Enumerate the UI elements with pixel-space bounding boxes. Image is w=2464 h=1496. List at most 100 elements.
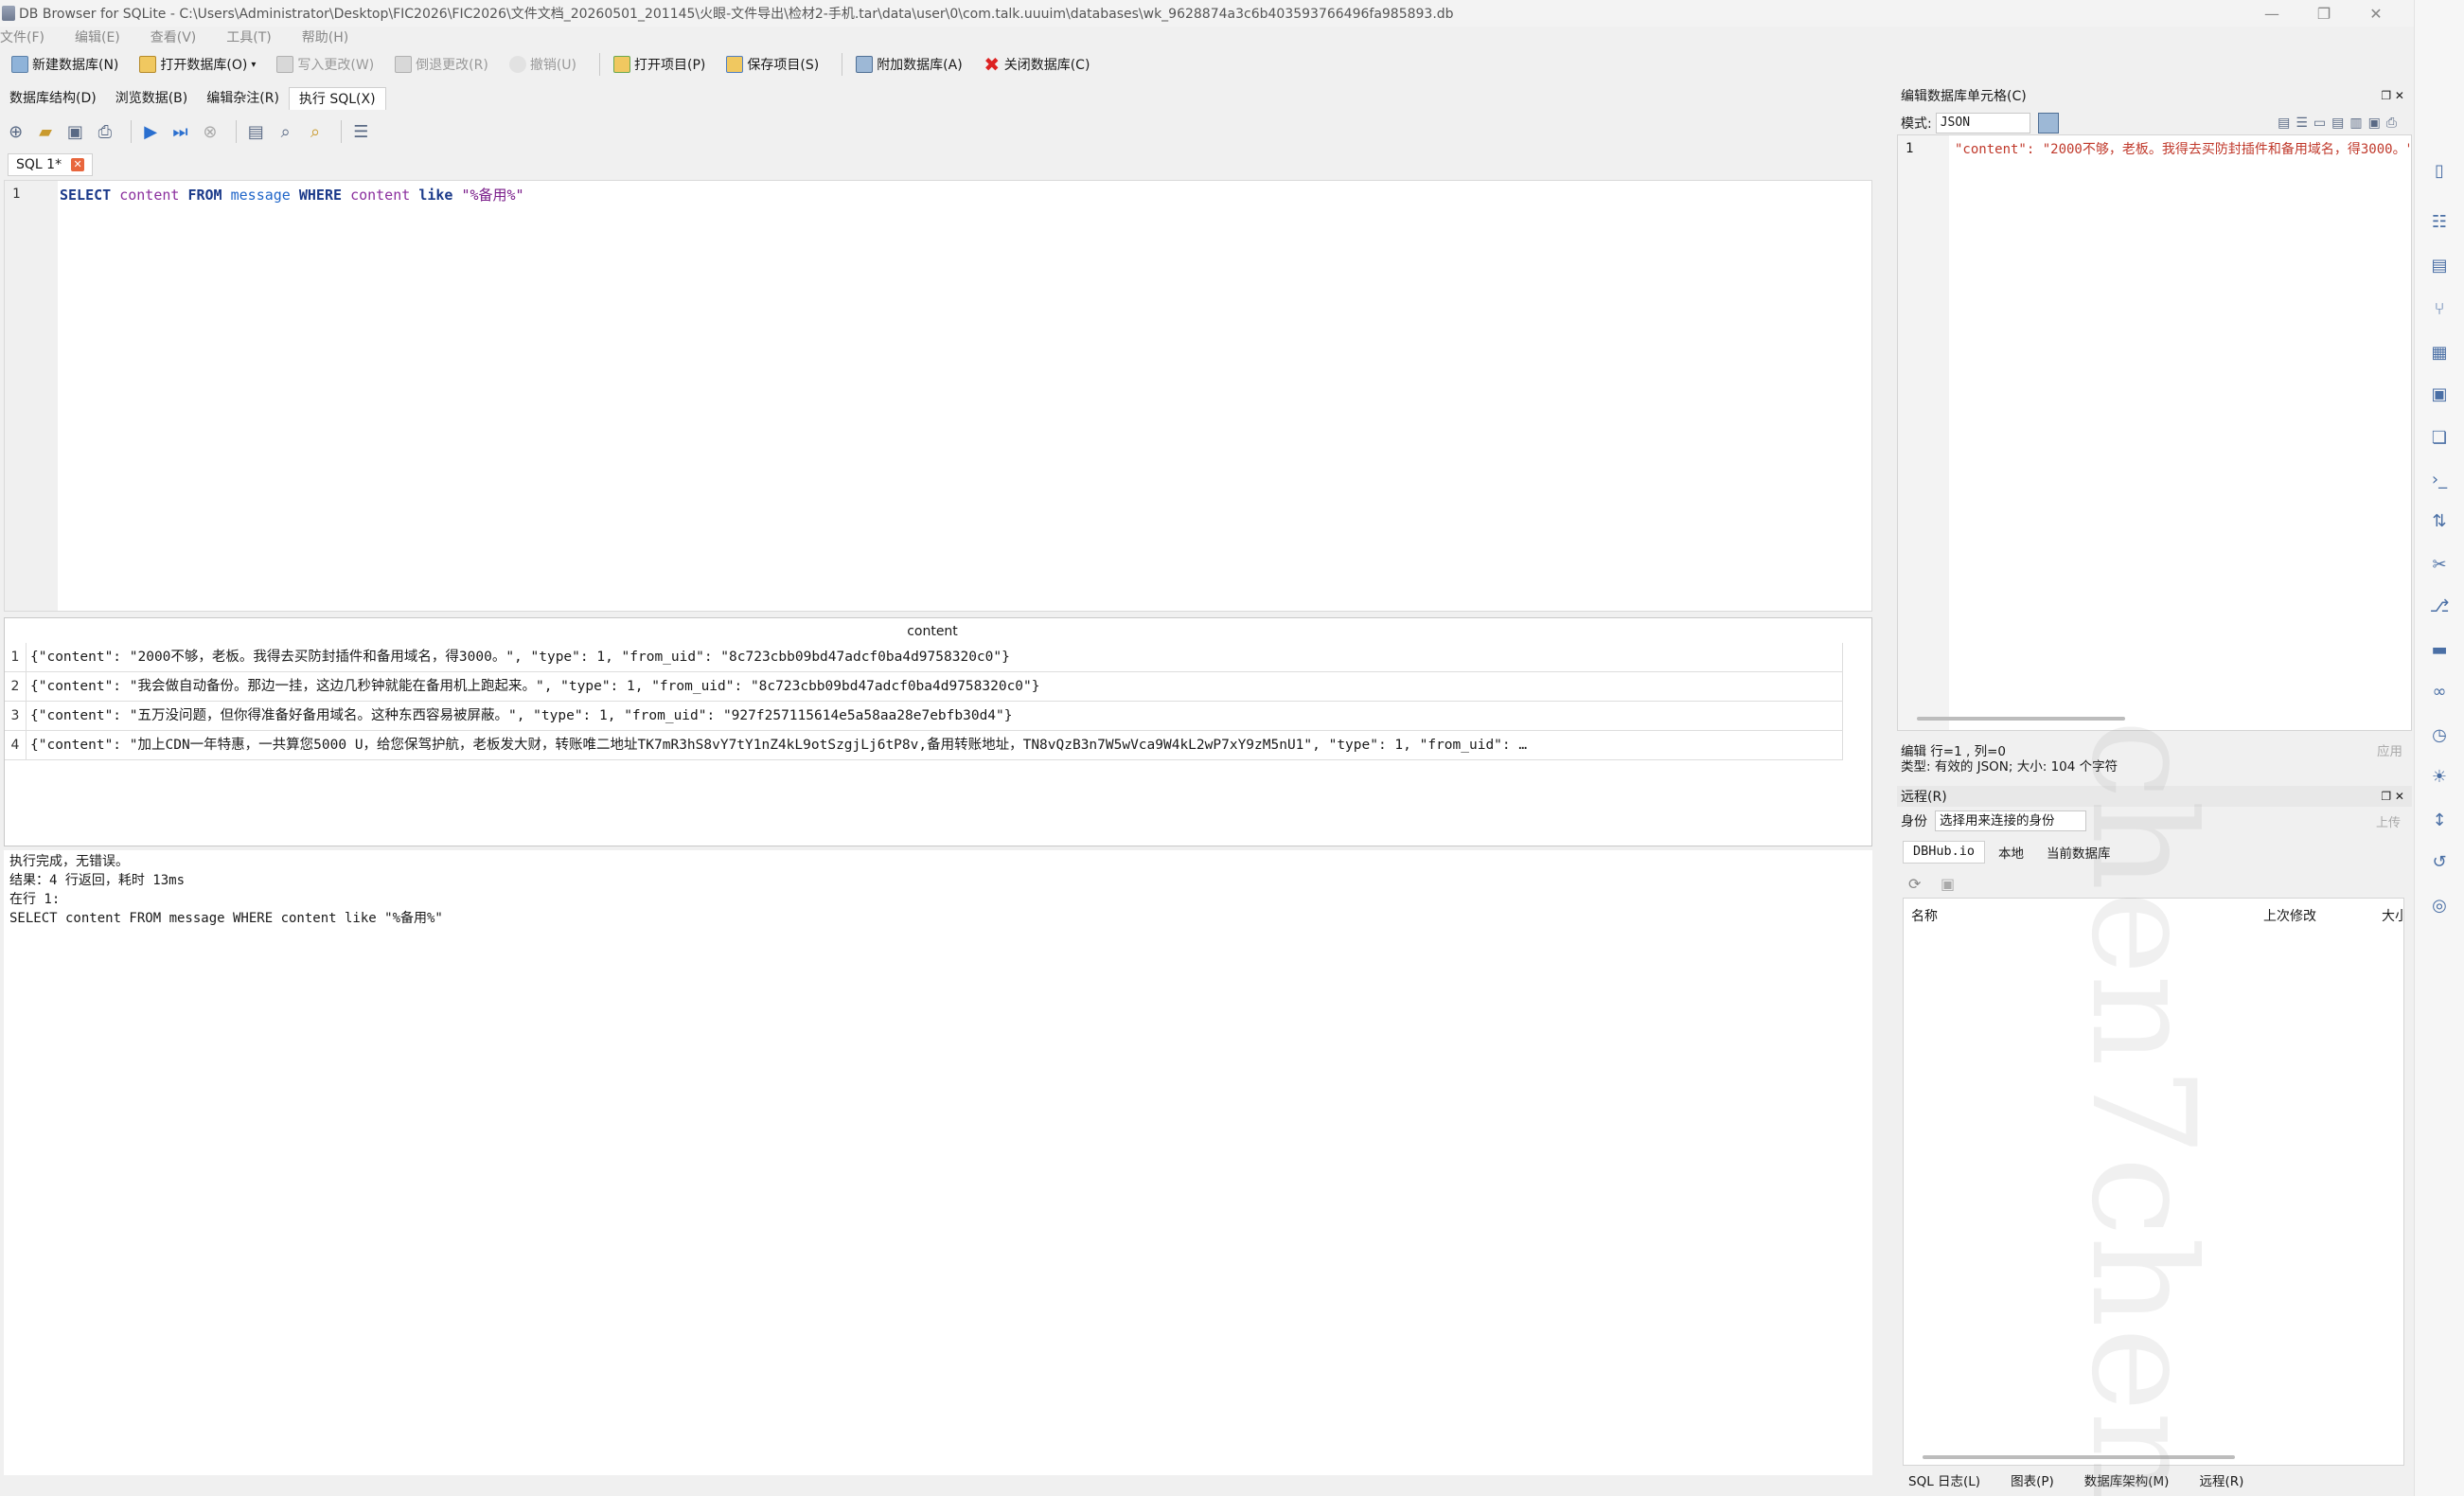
- close-database-icon: ✖: [984, 53, 1001, 76]
- menu-bar: 文件(F) 编辑(E) 查看(V) 工具(T) 帮助(H): [0, 27, 2414, 47]
- tab-plot[interactable]: 图表(P): [1995, 1470, 2069, 1489]
- sql-query[interactable]: SELECT content FROM message WHERE conten…: [60, 185, 524, 205]
- auto-format-icon[interactable]: [2037, 113, 2059, 134]
- write-changes-icon: [276, 56, 294, 73]
- document-icon[interactable]: ▤: [2428, 254, 2451, 276]
- toolbar-separator: [130, 120, 132, 143]
- undo-icon: [508, 56, 526, 73]
- open-sql-icon[interactable]: ▰: [33, 119, 57, 144]
- menu-help[interactable]: 帮助(H): [302, 27, 348, 46]
- sql-editor[interactable]: 1 SELECT content FROM message WHERE cont…: [4, 180, 1872, 612]
- cell-editor[interactable]: 1 "content": "2000不够，老板。我得去买防封插件和备用域名，得3…: [1897, 134, 2412, 731]
- archive-icon[interactable]: ▬: [2428, 638, 2451, 661]
- clone-icon[interactable]: ▣: [1941, 875, 1955, 893]
- maximize-button[interactable]: ❐: [2296, 0, 2352, 27]
- sql-toolbar: ⊕ ▰ ▣ ⎙ ▶ ⏭ ⊗ ▤ ⌕ ⌕ ☰: [0, 116, 379, 148]
- sql-keyword: FROM: [187, 187, 222, 204]
- float-icon[interactable]: ❐ ✕: [2381, 89, 2404, 102]
- grid-icon[interactable]: ▦: [2428, 341, 2451, 364]
- apply-button[interactable]: 应用: [2377, 744, 2402, 759]
- revert-changes-button[interactable]: 倒退更改(R): [389, 51, 494, 78]
- sql-column: content: [119, 187, 180, 204]
- main-toolbar: 新建数据库(N) 打开数据库(O) ▾ 写入更改(W) 倒退更改(R) 撤销(U…: [0, 49, 2414, 80]
- tab-sql-log[interactable]: SQL 日志(L): [1893, 1470, 1995, 1489]
- column-name-header[interactable]: 名称: [1911, 906, 1938, 925]
- write-changes-button[interactable]: 写入更改(W): [271, 51, 380, 78]
- result-cell[interactable]: {"content": "五万没问题，但你得准备好备用域名。这种东西容易被屏蔽。…: [26, 701, 1843, 731]
- cell-tools-icons[interactable]: ▤☰▭▤▥▣⎙: [2278, 116, 2402, 131]
- tab-browse-data[interactable]: 浏览数据(B): [106, 87, 198, 110]
- save-sql-icon[interactable]: ▣: [63, 119, 87, 144]
- copy-icon[interactable]: ❏: [2428, 426, 2451, 449]
- tab-execute-sql[interactable]: 执行 SQL(X): [288, 87, 386, 110]
- menu-file[interactable]: 文件(F): [0, 27, 44, 46]
- upload-button[interactable]: 上传: [2376, 812, 2401, 830]
- message-pane: 执行完成，无错误。 结果：4 行返回，耗时 13ms 在行 1: SELECT …: [4, 850, 1872, 1475]
- find-replace-icon[interactable]: ⌕: [303, 119, 327, 144]
- calendar-icon[interactable]: ▣: [2428, 383, 2451, 405]
- tab-edit-pragmas[interactable]: 编辑杂注(R): [197, 87, 289, 110]
- row-number: 2: [10, 679, 20, 694]
- share-icon[interactable]: ⎇: [2428, 595, 2451, 617]
- cell-content[interactable]: "content": "2000不够，老板。我得去买防封插件和备用域名，得300…: [1955, 139, 2409, 158]
- execute-all-icon[interactable]: ▶: [138, 119, 162, 144]
- sql-keyword: like: [418, 187, 453, 204]
- close-database-button[interactable]: ✖ 关闭数据库(C): [978, 51, 1096, 78]
- table-row[interactable]: 2 {"content": "我会做自动备份。那边一挂，这边几秒钟就能在备用机上…: [5, 671, 1843, 702]
- history-icon[interactable]: ↺: [2428, 850, 2451, 873]
- column-size-header[interactable]: 大小: [2382, 906, 2402, 925]
- find-icon[interactable]: ⌕: [274, 119, 297, 144]
- sort-icon[interactable]: ⇅: [2428, 509, 2451, 532]
- tab-local[interactable]: 本地: [1989, 841, 2033, 864]
- branch-icon[interactable]: ⑂: [2428, 297, 2451, 320]
- open-project-icon: [613, 56, 630, 73]
- tab-dbhub[interactable]: DBHub.io: [1903, 841, 1986, 864]
- sql-string: "%备用%": [461, 187, 524, 204]
- chevron-down-icon[interactable]: ▾: [251, 60, 256, 70]
- new-tab-icon[interactable]: ⊕: [4, 119, 27, 144]
- stop-execution-icon[interactable]: ⊗: [198, 119, 222, 144]
- close-tab-icon[interactable]: ✕: [71, 158, 85, 171]
- refresh-icon[interactable]: ⟳: [1908, 875, 1921, 893]
- terminal-icon[interactable]: ›_: [2428, 468, 2451, 490]
- message-line: 在行 1:: [9, 892, 61, 907]
- bulb-icon[interactable]: ☀: [2428, 765, 2451, 788]
- open-database-button[interactable]: 打开数据库(O) ▾: [133, 51, 261, 78]
- comment-icon[interactable]: ☰: [349, 119, 373, 144]
- app-icon: [2, 6, 15, 21]
- result-cell[interactable]: {"content": "加上CDN一年特惠，一共算您5000 U，给您保驾护航…: [26, 730, 1843, 760]
- column-modified-header[interactable]: 上次修改: [2263, 906, 2316, 925]
- minimize-button[interactable]: —: [2243, 0, 2300, 27]
- open-project-button[interactable]: 打开项目(P): [608, 51, 711, 78]
- menu-view[interactable]: 查看(V): [151, 27, 197, 46]
- edit-cell-title: 编辑数据库单元格(C) ❐ ✕: [1901, 89, 2404, 104]
- tools-icon[interactable]: ✂: [2428, 553, 2451, 576]
- menu-edit[interactable]: 编辑(E): [75, 27, 120, 46]
- result-cell[interactable]: {"content": "我会做自动备份。那边一挂，这边几秒钟就能在备用机上跑起…: [26, 671, 1843, 702]
- undo-button[interactable]: 撤销(U): [504, 51, 582, 78]
- menu-tools[interactable]: 工具(T): [226, 27, 271, 46]
- table-row[interactable]: 3 {"content": "五万没问题，但你得准备好备用域名。这种东西容易被屏…: [5, 701, 1843, 731]
- compass-icon[interactable]: ◎: [2428, 894, 2451, 917]
- clock-icon[interactable]: ◷: [2428, 723, 2451, 746]
- sql-tab[interactable]: SQL 1* ✕: [8, 153, 94, 176]
- print-icon[interactable]: ⎙: [93, 119, 116, 144]
- title-bar: DB Browser for SQLite - C:\Users\Adminis…: [0, 0, 2414, 27]
- list-icon[interactable]: ☷: [2428, 210, 2451, 233]
- execute-line-icon[interactable]: ⏭: [168, 119, 192, 144]
- new-database-button[interactable]: 新建数据库(N): [6, 51, 124, 78]
- column-header[interactable]: content: [24, 624, 1841, 639]
- table-row[interactable]: 4 {"content": "加上CDN一年特惠，一共算您5000 U，给您保驾…: [5, 730, 1843, 760]
- text-format-icon[interactable]: ↕: [2428, 809, 2451, 831]
- panel-toggle-icon[interactable]: ▯: [2428, 159, 2451, 182]
- result-cell[interactable]: {"content": "2000不够，老板。我得去买防封插件和备用域名，得30…: [26, 642, 1843, 672]
- attach-database-button[interactable]: 附加数据库(A): [850, 51, 968, 78]
- save-results-icon[interactable]: ▤: [244, 119, 268, 144]
- mode-select[interactable]: JSON: [1935, 113, 2030, 134]
- link-icon[interactable]: ∞: [2428, 680, 2451, 703]
- table-row[interactable]: 1 {"content": "2000不够，老板。我得去买防封插件和备用域名，得…: [5, 642, 1843, 672]
- float-icon[interactable]: ❐ ✕: [2381, 790, 2404, 803]
- save-project-button[interactable]: 保存项目(S): [720, 51, 824, 78]
- close-window-button[interactable]: ✕: [2348, 0, 2404, 27]
- tab-database-structure[interactable]: 数据库结构(D): [0, 87, 106, 110]
